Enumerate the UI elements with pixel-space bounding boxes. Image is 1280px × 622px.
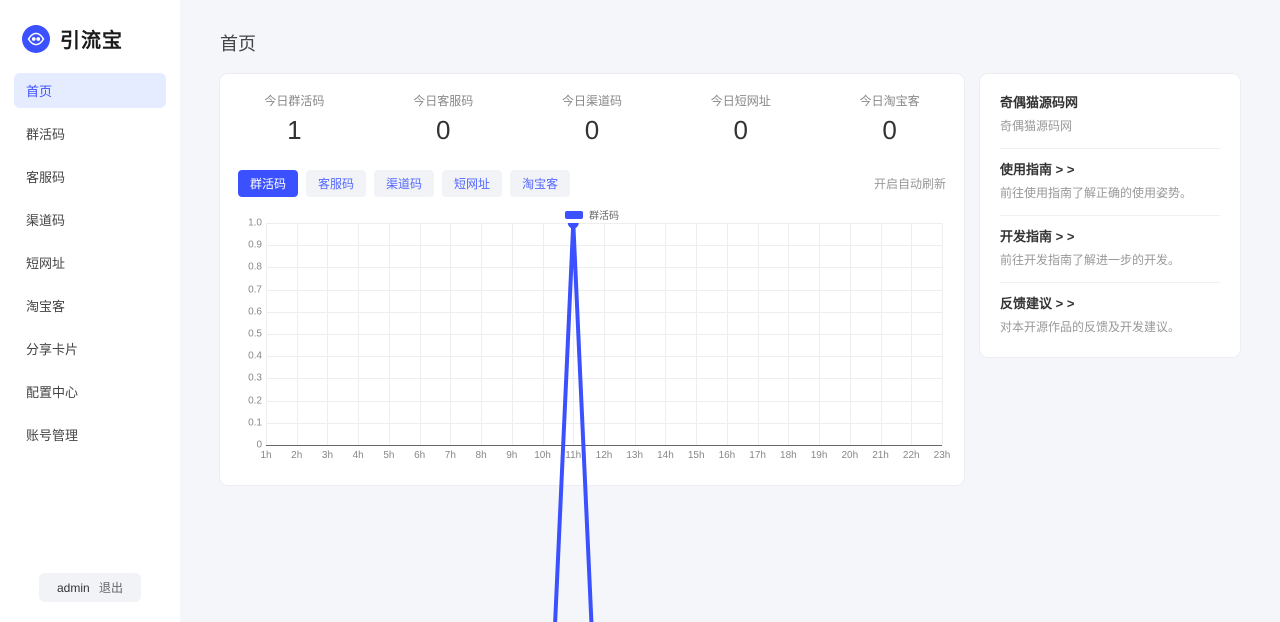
y-tick: 1.0	[238, 218, 262, 229]
brand[interactable]: 引流宝	[14, 24, 166, 53]
brand-logo-icon	[22, 25, 50, 53]
side-link-desc-1: 前往使用指南了解正确的使用姿势。	[1000, 184, 1220, 201]
page-title: 首页	[180, 0, 1280, 74]
x-tick: 19h	[811, 450, 828, 461]
y-tick: 0	[238, 440, 262, 451]
sidebar: 引流宝 首页群活码客服码渠道码短网址淘宝客分享卡片配置中心账号管理 admin …	[0, 0, 180, 622]
sidebar-item-3[interactable]: 渠道码	[14, 202, 166, 237]
x-tick: 7h	[445, 450, 456, 461]
side-link-desc-3: 对本开源作品的反馈及开发建议。	[1000, 318, 1220, 335]
x-tick: 15h	[688, 450, 705, 461]
chart-tab-3[interactable]: 短网址	[442, 170, 502, 197]
y-tick: 0.5	[238, 329, 262, 340]
x-tick: 23h	[934, 450, 951, 461]
sidebar-footer: admin 退出	[0, 573, 180, 622]
stat-1: 今日客服码 0	[369, 92, 518, 146]
x-tick: 3h	[322, 450, 333, 461]
chart-tab-2[interactable]: 渠道码	[374, 170, 434, 197]
x-tick: 9h	[506, 450, 517, 461]
x-tick: 10h	[534, 450, 551, 461]
stat-3: 今日短网址 0	[666, 92, 815, 146]
sidebar-item-0[interactable]: 首页	[14, 73, 166, 108]
brand-name: 引流宝	[60, 24, 123, 53]
side-link-desc-2: 前往开发指南了解进一步的开发。	[1000, 251, 1220, 268]
x-tick: 21h	[872, 450, 889, 461]
legend-swatch-icon	[565, 211, 583, 219]
main: 首页 今日群活码1今日客服码0今日渠道码0今日短网址0今日淘宝客0 群活码客服码…	[180, 0, 1280, 622]
stat-value: 0	[369, 115, 518, 146]
x-tick: 4h	[353, 450, 364, 461]
chart-tabs: 群活码客服码渠道码短网址淘宝客 开启自动刷新	[238, 170, 946, 197]
x-tick: 14h	[657, 450, 674, 461]
logout-link[interactable]: 退出	[99, 581, 123, 595]
y-tick: 0.9	[238, 240, 262, 251]
x-tick: 13h	[626, 450, 643, 461]
stat-4: 今日淘宝客 0	[815, 92, 964, 146]
x-tick: 2h	[291, 450, 302, 461]
chart: 群活码 1h 2h 3h 4h 5h 6h 7h 8h 9h 10h 11h 12h 13h 14h 15h…	[238, 207, 946, 467]
sidebar-item-1[interactable]: 群活码	[14, 116, 166, 151]
x-tick: 11h	[565, 450, 581, 461]
x-tick: 16h	[719, 450, 736, 461]
chart-tab-0[interactable]: 群活码	[238, 170, 298, 197]
sidebar-item-6[interactable]: 分享卡片	[14, 331, 166, 366]
y-tick: 0.1	[238, 417, 262, 428]
side-link-1[interactable]: 使用指南 > >	[1000, 159, 1220, 178]
y-tick: 0.7	[238, 284, 262, 295]
stat-title: 今日渠道码	[518, 92, 667, 109]
sidebar-item-7[interactable]: 配置中心	[14, 374, 166, 409]
x-tick: 22h	[903, 450, 920, 461]
y-tick: 0.4	[238, 351, 262, 362]
stat-value: 0	[815, 115, 964, 146]
sidebar-item-5[interactable]: 淘宝客	[14, 288, 166, 323]
stat-2: 今日渠道码 0	[518, 92, 667, 146]
stat-title: 今日淘宝客	[815, 92, 964, 109]
stat-0: 今日群活码 1	[220, 92, 369, 146]
stats-row: 今日群活码1今日客服码0今日渠道码0今日短网址0今日淘宝客0	[220, 74, 964, 156]
stat-value: 0	[666, 115, 815, 146]
nav: 首页群活码客服码渠道码短网址淘宝客分享卡片配置中心账号管理	[0, 63, 180, 573]
side-link-3[interactable]: 反馈建议 > >	[1000, 293, 1220, 312]
x-tick: 17h	[749, 450, 766, 461]
y-tick: 0.2	[238, 395, 262, 406]
x-tick: 1h	[260, 450, 271, 461]
x-tick: 6h	[414, 450, 425, 461]
y-tick: 0.6	[238, 306, 262, 317]
x-tick: 20h	[841, 450, 858, 461]
side-link-desc-0: 奇偶猫源码网	[1000, 117, 1220, 134]
y-tick: 0.8	[238, 262, 262, 273]
side-link-0[interactable]: 奇偶猫源码网	[1000, 92, 1220, 111]
legend-label: 群活码	[589, 207, 619, 222]
current-user: admin	[57, 581, 90, 595]
dashboard-card: 今日群活码1今日客服码0今日渠道码0今日短网址0今日淘宝客0 群活码客服码渠道码…	[220, 74, 964, 485]
stat-title: 今日短网址	[666, 92, 815, 109]
chart-legend: 群活码	[565, 207, 619, 222]
x-tick: 5h	[383, 450, 394, 461]
x-tick: 12h	[596, 450, 613, 461]
y-tick: 0.3	[238, 373, 262, 384]
auto-refresh-toggle[interactable]: 开启自动刷新	[874, 175, 946, 192]
sidebar-item-8[interactable]: 账号管理	[14, 417, 166, 452]
stat-value: 1	[220, 115, 369, 146]
sidebar-item-4[interactable]: 短网址	[14, 245, 166, 280]
chart-tab-1[interactable]: 客服码	[306, 170, 366, 197]
stat-title: 今日客服码	[369, 92, 518, 109]
chart-tab-4[interactable]: 淘宝客	[510, 170, 570, 197]
x-tick: 8h	[476, 450, 487, 461]
side-link-2[interactable]: 开发指南 > >	[1000, 226, 1220, 245]
x-tick: 18h	[780, 450, 797, 461]
stat-value: 0	[518, 115, 667, 146]
links-card: 奇偶猫源码网奇偶猫源码网使用指南 > > 前往使用指南了解正确的使用姿势。开发指南…	[980, 74, 1240, 357]
sidebar-item-2[interactable]: 客服码	[14, 159, 166, 194]
stat-title: 今日群活码	[220, 92, 369, 109]
